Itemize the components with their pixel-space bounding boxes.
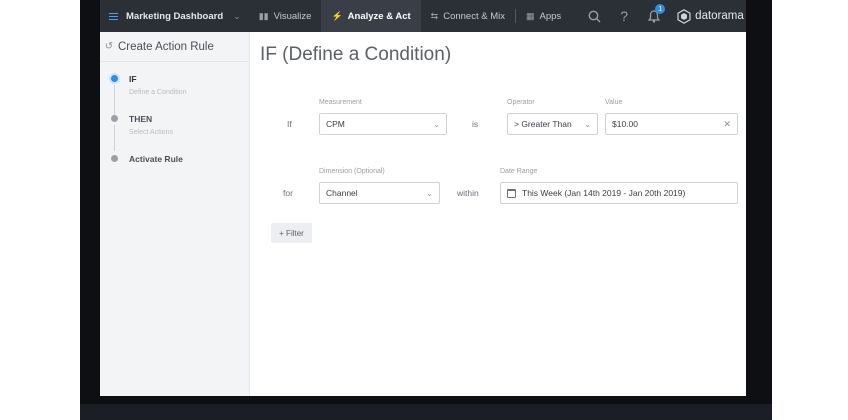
search-icon[interactable] (579, 0, 609, 32)
step-if[interactable]: IF Define a Condition (100, 74, 187, 96)
notification-badge: 1 (655, 4, 666, 14)
bolt-icon: ⚡ (331, 10, 343, 21)
grid-icon: ▦ (526, 10, 535, 21)
device-bezel-bottom (80, 404, 772, 420)
chevron-down-icon: ⌄ (584, 119, 591, 129)
operator-select[interactable]: > Greater Than ⌄ (507, 113, 598, 135)
condition-editor: IF (Define a Condition) Measurement Oper… (250, 32, 746, 396)
notifications-bell-icon[interactable]: 1 (639, 0, 669, 32)
step-indicator (111, 155, 118, 162)
plug-icon: ⇆ (430, 10, 439, 21)
nav-analyze-act[interactable]: ⚡ Analyze & Act (321, 0, 421, 32)
chevron-down-icon: ⌄ (433, 119, 440, 129)
sidebar-header: ↺ Create Action Rule (100, 32, 249, 62)
dashboard-switcher[interactable]: Marketing Dashboard ⌄ (100, 0, 249, 32)
for-label: for (283, 188, 293, 198)
chevron-down-icon: ⌄ (426, 188, 433, 198)
step-then[interactable]: THEN Select Actions (100, 114, 173, 136)
step-activate-rule[interactable]: Activate Rule (100, 154, 183, 164)
operator-value: > Greater Than (514, 119, 572, 129)
nav-analyze-act-label: Analyze & Act (347, 10, 411, 22)
back-arrow-icon[interactable]: ↺ (100, 41, 118, 52)
top-nav: Marketing Dashboard ⌄ ▮▮ Visualize ⚡ Ana… (100, 0, 746, 32)
datorama-logo: datorama (677, 8, 744, 24)
add-filter-button[interactable]: + Filter (271, 223, 312, 243)
if-label: If (287, 119, 292, 129)
step-title: Activate Rule (129, 154, 183, 164)
page-title: IF (Define a Condition) (260, 44, 452, 65)
nav-utilities: ? 1 datorama (579, 0, 744, 32)
dimension-select[interactable]: Channel ⌄ (319, 182, 440, 204)
value-input-text: $10.00 (612, 119, 638, 129)
dashboard-name[interactable]: Marketing Dashboard (126, 11, 227, 22)
step-indicator (111, 115, 118, 122)
nav-connect-mix-label: Connect & Mix (443, 10, 505, 22)
chevron-down-icon[interactable]: ⌄ (233, 11, 241, 22)
nav-apps[interactable]: ▦ Apps (516, 0, 571, 32)
hamburger-menu-icon[interactable] (100, 0, 126, 32)
nav-visualize-label: Visualize (273, 10, 312, 22)
bar-chart-icon: ▮▮ (258, 10, 269, 21)
operator-label: Operator (507, 99, 535, 106)
dimension-label: Dimension (Optional) (319, 168, 385, 175)
step-title: IF (129, 74, 137, 84)
clear-icon[interactable]: ✕ (723, 119, 731, 130)
within-label: within (457, 188, 479, 198)
measurement-label: Measurement (319, 99, 362, 106)
app-screen: Marketing Dashboard ⌄ ▮▮ Visualize ⚡ Ana… (100, 0, 746, 396)
step-title: THEN (129, 114, 153, 124)
value-input[interactable]: $10.00 ✕ (605, 113, 738, 135)
value-label: Value (605, 99, 623, 106)
help-icon[interactable]: ? (609, 0, 639, 32)
date-range-picker[interactable]: This Week (Jan 14th 2019 - Jan 20th 2019… (500, 182, 738, 204)
nav-apps-label: Apps (539, 10, 562, 22)
step-subtitle: Select Actions (129, 129, 173, 136)
is-label: is (472, 119, 479, 129)
sidebar-title: Create Action Rule (118, 40, 214, 53)
nav-connect-mix[interactable]: ⇆ Connect & Mix (421, 0, 515, 32)
datorama-logo-icon (677, 8, 691, 24)
dimension-value: Channel (326, 188, 358, 198)
step-subtitle: Define a Condition (129, 89, 187, 96)
nav-visualize[interactable]: ▮▮ Visualize (249, 0, 322, 32)
logo-text: datorama (695, 10, 744, 22)
date-range-value: This Week (Jan 14th 2019 - Jan 20th 2019… (522, 188, 686, 198)
date-range-label: Date Range (500, 168, 538, 175)
measurement-select[interactable]: CPM ⌄ (319, 113, 447, 135)
rule-steps-sidebar: ↺ Create Action Rule IF Define a Conditi… (100, 32, 250, 396)
measurement-value: CPM (326, 119, 345, 129)
calendar-icon (507, 188, 516, 198)
step-indicator-active (111, 75, 118, 82)
